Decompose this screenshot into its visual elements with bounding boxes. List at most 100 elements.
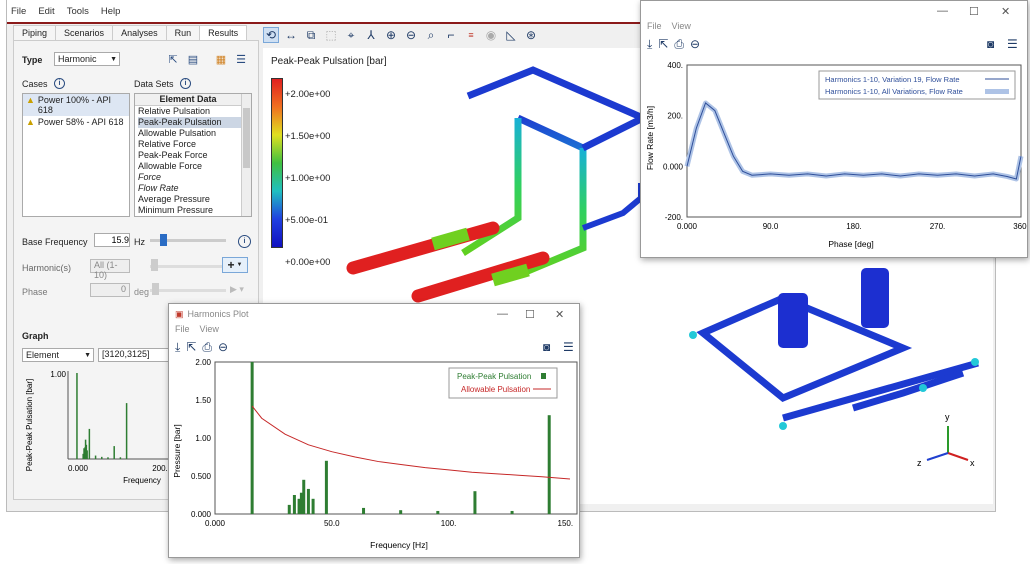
vessel[interactable] [778, 293, 808, 348]
dataset-item-selected[interactable]: Peak-Peak Pulsation [138, 117, 251, 128]
menu-help[interactable]: Help [101, 6, 121, 17]
zoom-out-icon[interactable]: ⊖ [218, 340, 228, 354]
menu-file[interactable]: File [647, 21, 662, 35]
vessel[interactable] [861, 268, 889, 328]
print-icon[interactable]: ⎙ [202, 340, 212, 355]
y-tick-label: 2.00 [195, 358, 211, 367]
close-icon[interactable]: ✕ [1001, 5, 1010, 18]
dataset-item[interactable]: Flow Rate [138, 183, 251, 194]
pipe-segment[interactable] [466, 66, 645, 122]
case-item[interactable]: ▲ Power 58% - API 618 [23, 116, 129, 128]
zoom-in-icon[interactable]: ⊕ [383, 27, 399, 43]
pipe-end-node[interactable] [779, 422, 787, 430]
menu-file[interactable]: File [175, 324, 190, 338]
mini-y-tick: 1.00 [50, 370, 66, 379]
eye-icon[interactable]: ◉ [483, 27, 499, 43]
flow-rate-window: — ☐ ✕ File View ⤓ ⇱ ⎙ ⊖ ◙ ☰ Flow Rate [m3/h] … [640, 0, 1029, 258]
tab-results[interactable]: Results [199, 25, 248, 41]
export-icon[interactable]: ⇱ [166, 52, 180, 66]
download-icon[interactable]: ⤓ [647, 37, 652, 52]
datasets-info-icon[interactable]: i [180, 78, 191, 89]
frame-icon[interactable]: ⧉ [303, 27, 319, 43]
settings-icon[interactable]: ☰ [563, 340, 574, 354]
dataset-item[interactable]: Allowable Pulsation [138, 128, 251, 139]
pipe-segment[interactable] [581, 183, 644, 231]
base-frequency-input[interactable] [94, 233, 130, 247]
plus-icon: + [227, 258, 235, 272]
tab-piping[interactable]: Piping [13, 25, 57, 41]
frequency-info-icon[interactable]: i [238, 235, 251, 248]
allowable-pulsation-line [251, 405, 571, 480]
close-icon[interactable]: ✕ [555, 308, 564, 321]
download-icon[interactable]: ⤓ [175, 340, 180, 355]
tab-run[interactable]: Run [165, 25, 201, 41]
cases-info-icon[interactable]: i [54, 78, 65, 89]
x-tick-label: 0.000 [677, 222, 698, 231]
zoom-out-icon[interactable]: ⊖ [403, 27, 419, 43]
zoom-icon[interactable]: ⌕ [423, 27, 439, 43]
pipe-end-node[interactable] [971, 358, 979, 366]
dataset-item[interactable]: Minimum Pressure [138, 205, 251, 216]
settings-icon[interactable]: ☰ [1007, 37, 1018, 51]
warning-icon: ▲ [26, 95, 35, 105]
graph-range-field[interactable]: [3120,3125] [98, 348, 178, 362]
node-icon[interactable]: ⌐ [443, 27, 459, 43]
harmonics-field[interactable]: All (1-10) [90, 259, 130, 280]
menu-tools[interactable]: Tools [67, 6, 89, 17]
dataset-item[interactable]: Relative Force [138, 139, 251, 150]
pipe-end-node[interactable] [689, 331, 697, 339]
scrollbar[interactable] [241, 94, 251, 216]
menu-edit[interactable]: Edit [38, 6, 54, 17]
fit-width-icon[interactable]: ↔ [283, 27, 299, 43]
export-icon[interactable]: ⇱ [186, 340, 196, 354]
add-harmonic-button[interactable]: + ▼ [222, 257, 248, 273]
slider-handle[interactable] [152, 283, 159, 295]
graph-select[interactable]: Element ▼ [22, 348, 94, 362]
dataset-item[interactable]: Relative Pulsation [138, 106, 251, 117]
phase-slider[interactable] [150, 289, 226, 292]
type-select[interactable]: Harmonic ▼ [54, 52, 120, 66]
report-icon[interactable]: ▤ [186, 52, 200, 66]
window-menubar: File View [641, 21, 1027, 35]
scrollbar-thumb[interactable] [243, 108, 250, 168]
minimize-icon[interactable]: — [497, 308, 508, 320]
camera-icon[interactable]: ◙ [543, 340, 550, 354]
target-icon[interactable]: ⌖ [343, 27, 359, 43]
pipe-end-node[interactable] [919, 384, 927, 392]
dataset-item[interactable]: Average Pressure [138, 194, 251, 205]
play-icon[interactable]: ▶ ▾ [230, 284, 244, 295]
tab-analyses[interactable]: Analyses [112, 25, 167, 41]
menu-file[interactable]: File [11, 6, 26, 17]
dataset-item[interactable]: Allowable Force [138, 161, 251, 172]
measure-icon[interactable]: ◺ [503, 27, 519, 43]
slider-handle[interactable] [151, 259, 158, 271]
zoom-out-icon[interactable]: ⊖ [690, 37, 700, 51]
pipe-segment[interactable] [516, 114, 587, 188]
phase-field[interactable]: 0 [90, 283, 130, 297]
dataset-item[interactable]: Force [138, 172, 251, 183]
menu-view[interactable]: View [200, 324, 219, 338]
pipe-segment[interactable] [782, 359, 979, 422]
legend-icon[interactable]: ▦ [214, 52, 228, 66]
slider-handle[interactable] [160, 234, 167, 246]
export-icon[interactable]: ⇱ [658, 37, 668, 51]
camera-icon[interactable]: ◙ [987, 37, 994, 51]
pipe-segment[interactable] [521, 148, 587, 277]
maximize-icon[interactable]: ☐ [969, 5, 979, 18]
minimize-icon[interactable]: — [937, 5, 948, 17]
rotate-icon[interactable]: ⟲ [263, 27, 279, 43]
harmonics-slider[interactable] [150, 265, 226, 268]
select-box-icon[interactable]: ⬚ [323, 27, 339, 43]
mini-bar [119, 457, 122, 459]
menu-view[interactable]: View [672, 21, 691, 35]
dataset-item[interactable]: Peak-Peak Force [138, 150, 251, 161]
label-icon[interactable]: ≡ [463, 27, 479, 43]
axes-icon[interactable]: ⅄ [363, 27, 379, 43]
maximize-icon[interactable]: ☐ [525, 308, 535, 321]
globe-icon[interactable]: ⊛ [523, 27, 539, 43]
legend-entry: Harmonics 1-10, Variation 19, Flow Rate [825, 75, 960, 84]
case-item[interactable]: ▲ Power 100% - API 618 [23, 94, 129, 116]
print-icon[interactable]: ⎙ [674, 37, 684, 52]
tab-scenarios[interactable]: Scenarios [55, 25, 114, 41]
settings-icon[interactable]: ☰ [234, 52, 248, 66]
